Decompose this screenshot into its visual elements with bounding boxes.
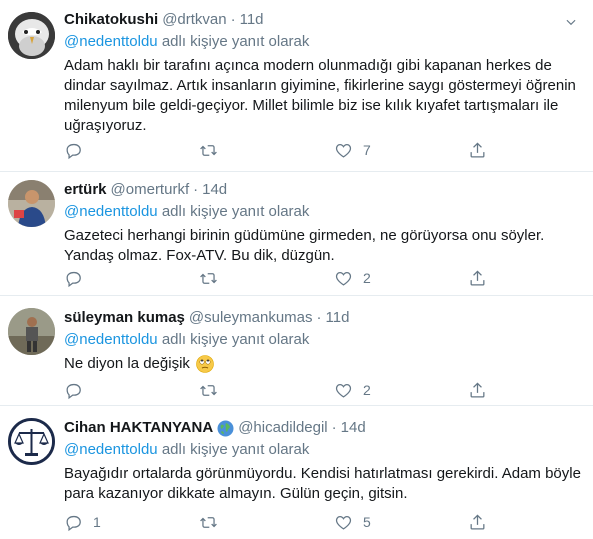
- reply-context: @nedenttoldu adlı kişiye yanıt olarak: [64, 32, 581, 52]
- retweet-button[interactable]: [199, 268, 228, 288]
- author-handle[interactable]: @suleymankumas: [189, 308, 313, 328]
- heart-icon: [335, 271, 352, 286]
- like-count: 2: [363, 270, 371, 286]
- share-button[interactable]: [468, 512, 487, 532]
- rolling-eyes-emoji-icon: [196, 355, 214, 373]
- separator-dot: ·: [331, 419, 337, 436]
- separator-dot: ·: [193, 181, 199, 198]
- avatar[interactable]: [8, 180, 55, 227]
- action-bar: 2: [64, 380, 487, 400]
- retweet-icon: [200, 144, 217, 156]
- reply-context: @nedenttoldu adlı kişiye yanıt olarak: [64, 440, 581, 460]
- avatar[interactable]: [8, 12, 55, 59]
- author-name[interactable]: Chikatokushi: [64, 10, 158, 30]
- tweet[interactable]: süleyman kumaş @suleymankumas · 11d @ned…: [0, 296, 593, 406]
- share-icon: [470, 381, 485, 397]
- reply-mention-link[interactable]: @nedenttoldu: [64, 331, 158, 348]
- share-button[interactable]: [468, 140, 487, 160]
- like-button[interactable]: 2: [334, 380, 371, 400]
- reply-context: @nedenttoldu adlı kişiye yanıt olarak: [64, 202, 581, 222]
- like-button[interactable]: 2: [334, 268, 371, 288]
- tweet[interactable]: ertürk @omerturkf · 14d @nedenttoldu adl…: [0, 172, 593, 296]
- separator-dot: ·: [230, 11, 236, 28]
- reply-button[interactable]: 1: [64, 512, 101, 532]
- retweet-button[interactable]: [199, 380, 228, 400]
- reply-button[interactable]: [64, 268, 93, 288]
- author-handle[interactable]: @omerturkf: [111, 180, 190, 200]
- retweet-button[interactable]: [199, 512, 228, 532]
- retweet-icon: [200, 384, 217, 396]
- author-handle[interactable]: @hicadildegil: [238, 418, 327, 438]
- reply-context: @nedenttoldu adlı kişiye yanıt olarak: [64, 330, 581, 350]
- tweet-text: Adam haklı bir tarafını açınca modern ol…: [64, 57, 576, 134]
- avatar[interactable]: [8, 308, 55, 355]
- reply-mention-link[interactable]: @nedenttoldu: [64, 203, 158, 220]
- reply-button[interactable]: [64, 380, 93, 400]
- avatar[interactable]: [8, 418, 55, 465]
- reply-button[interactable]: [64, 140, 93, 160]
- share-icon: [470, 269, 485, 285]
- separator-dot: ·: [316, 309, 322, 326]
- reply-count: 1: [93, 514, 101, 530]
- share-button[interactable]: [468, 380, 487, 400]
- tweet-text: Ne diyon la değişik: [64, 355, 190, 372]
- timestamp[interactable]: 11d: [326, 308, 350, 328]
- like-count: 5: [363, 514, 371, 530]
- like-button[interactable]: 5: [334, 512, 371, 532]
- tweet-text-wrap: Ne diyon la değişik: [64, 354, 581, 374]
- retweet-button[interactable]: [199, 140, 228, 160]
- reply-mention-link[interactable]: @nedenttoldu: [64, 441, 158, 458]
- timestamp[interactable]: 14d: [341, 418, 366, 438]
- eagle-avatar-icon: [8, 12, 55, 59]
- chevron-down-icon[interactable]: [561, 12, 581, 32]
- reply-suffix: adlı kişiye yanıt olarak: [161, 331, 310, 348]
- heart-icon: [335, 515, 352, 530]
- action-bar: 2: [64, 268, 487, 288]
- author-name[interactable]: Cihan HAKTANYANA: [64, 418, 213, 438]
- tweet[interactable]: Chikatokushi @drtkvan · 11d @nedenttoldu…: [0, 0, 593, 172]
- like-button[interactable]: 7: [334, 140, 371, 160]
- reply-icon: [66, 143, 81, 159]
- retweet-icon: [200, 516, 217, 528]
- heart-icon: [335, 383, 352, 398]
- author-name[interactable]: süleyman kumaş: [64, 308, 185, 328]
- share-icon: [470, 513, 485, 529]
- tweet-text: Bayağıdır ortalarda görünmüyordu. Kendis…: [64, 465, 581, 502]
- reply-suffix: adlı kişiye yanıt olarak: [161, 33, 310, 50]
- retweet-icon: [200, 272, 217, 284]
- reply-icon: [66, 271, 81, 287]
- tweet-text: Gazeteci herhangi birinin güdümüne girme…: [64, 227, 545, 264]
- reply-mention-link[interactable]: @nedenttoldu: [64, 33, 158, 50]
- scales-of-justice-icon: [11, 421, 52, 462]
- share-icon: [470, 141, 485, 157]
- author-name[interactable]: ertürk: [64, 180, 107, 200]
- globe-emoji-icon: [217, 420, 234, 437]
- tweet[interactable]: Cihan HAKTANYANA @hicadildegil · 14d @ne…: [0, 406, 593, 539]
- action-bar: 1 5: [64, 512, 487, 532]
- reply-icon: [66, 515, 81, 531]
- reply-suffix: adlı kişiye yanıt olarak: [161, 203, 310, 220]
- share-button[interactable]: [468, 268, 487, 288]
- heart-icon: [335, 143, 352, 158]
- timestamp[interactable]: 11d: [240, 10, 264, 30]
- timestamp[interactable]: 14d: [202, 180, 227, 200]
- author-handle[interactable]: @drtkvan: [162, 10, 226, 30]
- reply-icon: [66, 383, 81, 399]
- person-standing-avatar-icon: [8, 308, 55, 355]
- like-count: 7: [363, 142, 371, 158]
- reply-suffix: adlı kişiye yanıt olarak: [161, 441, 310, 458]
- person-avatar-icon: [8, 180, 55, 227]
- like-count: 2: [363, 382, 371, 398]
- action-bar: 7: [64, 140, 487, 160]
